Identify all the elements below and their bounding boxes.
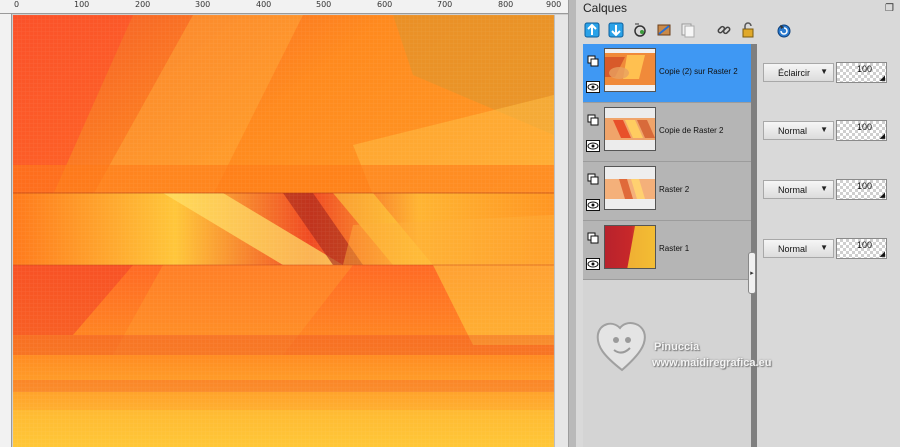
app-window: 0 100 200 300 400 500 600 700 800 900 Ca… <box>0 0 900 447</box>
layer-row[interactable]: Raster 2 <box>583 162 751 221</box>
panel-title: Calques <box>583 1 628 15</box>
layer-thumbnail <box>604 225 656 269</box>
panel-header: Calques ❐ <box>576 0 900 16</box>
blend-mode-value: Normal <box>778 184 808 195</box>
resize-corner-icon: ◢ <box>879 133 885 140</box>
ruler-label: 100 <box>74 0 90 9</box>
opacity-field[interactable]: 100 ◢ <box>836 179 887 200</box>
layer-thumbnail <box>604 166 656 210</box>
ruler-label: 0 <box>14 0 20 9</box>
opacity-field[interactable]: 100 ◢ <box>836 62 887 83</box>
blend-mode-value: Éclaircir <box>778 67 811 78</box>
blend-mode-select[interactable]: Normal ▼ <box>763 180 834 199</box>
layer-row[interactable]: Raster 1 <box>583 221 751 280</box>
visibility-eye-icon[interactable] <box>586 81 600 93</box>
restore-window-icon[interactable]: ❐ <box>885 3 894 14</box>
resize-corner-icon: ◢ <box>879 192 885 199</box>
ruler-label: 800 <box>498 0 514 9</box>
layers-toolbar <box>576 18 900 42</box>
resize-corner-icon: ◢ <box>879 75 885 82</box>
new-mask-layer-icon[interactable] <box>630 20 650 40</box>
ruler-label: 900 <box>546 0 562 9</box>
chevron-down-icon: ▼ <box>820 67 828 76</box>
canvas-area: 0 100 200 300 400 500 600 700 800 900 <box>0 0 568 447</box>
layer-thumbnail <box>604 48 656 92</box>
opacity-value: 100 <box>856 64 872 74</box>
link-icon[interactable] <box>714 20 734 40</box>
ruler-label: 700 <box>437 0 453 9</box>
blend-mode-select[interactable]: Normal ▼ <box>763 239 834 258</box>
blend-mode-select[interactable]: Normal ▼ <box>763 121 834 140</box>
opacity-value: 100 <box>856 181 872 191</box>
layers-panel: Calques ❐ Copie (2) sur Raster 2 Copie d… <box>576 0 900 447</box>
horizontal-ruler: 0 100 200 300 400 500 600 700 800 900 <box>0 0 568 14</box>
layer-name: Raster 1 <box>659 244 690 253</box>
chevron-down-icon: ▼ <box>820 125 828 134</box>
layer-name: Raster 2 <box>659 185 690 194</box>
image-canvas[interactable] <box>13 15 554 447</box>
new-raster-layer-icon[interactable] <box>582 20 602 40</box>
opacity-field[interactable]: 100 ◢ <box>836 120 887 141</box>
blend-mode-value: Normal <box>778 243 808 254</box>
visibility-eye-icon[interactable] <box>586 258 600 270</box>
layer-row[interactable]: Copie (2) sur Raster 2 <box>583 44 751 103</box>
opacity-value: 100 <box>856 122 872 132</box>
refresh-icon[interactable] <box>774 20 794 40</box>
layer-name: Copie de Raster 2 <box>659 126 724 135</box>
layer-row[interactable]: Copie de Raster 2 <box>583 103 751 162</box>
visibility-eye-icon[interactable] <box>586 199 600 211</box>
layer-group-icon[interactable] <box>586 55 600 67</box>
vertical-ruler <box>0 14 12 447</box>
watermark: Pinuccia www.maidiregrafica.eu <box>594 318 824 378</box>
opacity-value: 100 <box>856 240 872 250</box>
ruler-label: 300 <box>195 0 211 9</box>
watermark-url: www.maidiregrafica.eu <box>652 357 772 369</box>
layer-group-icon[interactable] <box>586 232 600 244</box>
pane-splitter[interactable] <box>568 0 576 447</box>
blend-mode-value: Normal <box>778 125 808 136</box>
ruler-label: 200 <box>135 0 151 9</box>
vertical-scrollbar[interactable] <box>554 15 568 447</box>
resize-corner-icon: ◢ <box>879 251 885 258</box>
blend-mode-select[interactable]: Éclaircir ▼ <box>763 63 834 82</box>
chevron-down-icon: ▼ <box>820 184 828 193</box>
layer-name: Copie (2) sur Raster 2 <box>659 67 738 76</box>
opacity-field[interactable]: 100 ◢ <box>836 238 887 259</box>
layer-group-icon[interactable] <box>586 173 600 185</box>
layer-group-icon[interactable] <box>586 114 600 126</box>
watermark-name: Pinuccia <box>654 341 700 353</box>
lock-icon[interactable] <box>738 20 758 40</box>
chevron-down-icon: ▼ <box>820 243 828 252</box>
visibility-eye-icon[interactable] <box>586 140 600 152</box>
ruler-label: 600 <box>377 0 393 9</box>
new-vector-layer-icon[interactable] <box>606 20 626 40</box>
abstract-image <box>13 15 554 447</box>
ruler-label: 500 <box>316 0 332 9</box>
properties-splitter[interactable] <box>751 44 757 447</box>
duplicate-layer-icon[interactable] <box>678 20 698 40</box>
layer-properties-icon[interactable] <box>654 20 674 40</box>
layer-thumbnail <box>604 107 656 151</box>
splitter-handle[interactable]: ▸ <box>748 252 756 294</box>
heart-logo-icon <box>596 322 646 372</box>
ruler-label: 400 <box>256 0 272 9</box>
